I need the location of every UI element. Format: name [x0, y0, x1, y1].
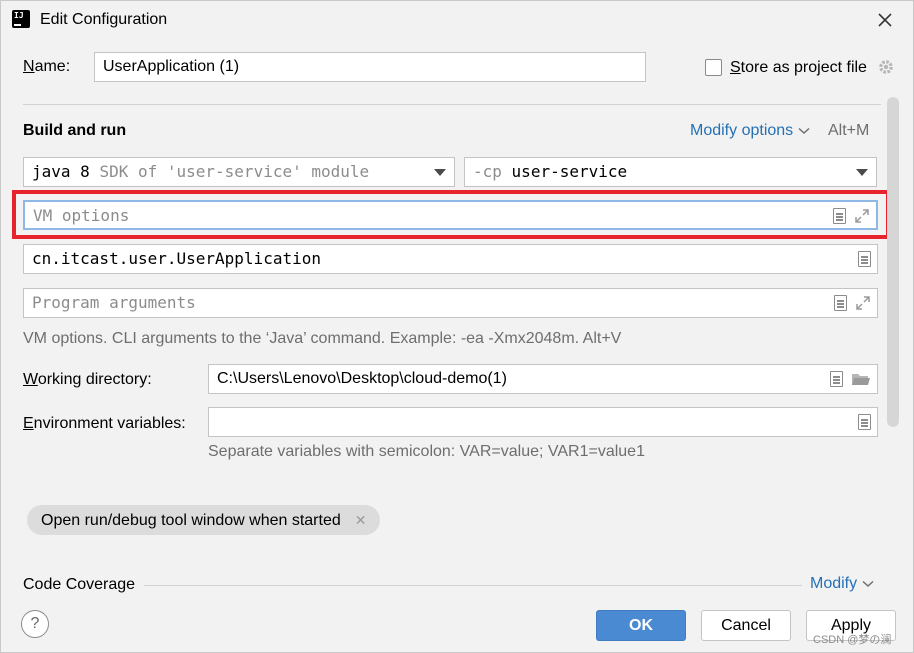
vm-options-hint: VM options. CLI arguments to the ‘Java’ …: [23, 330, 622, 347]
working-directory-label: Working directory:: [23, 371, 152, 388]
coverage-modify-link[interactable]: Modify: [810, 575, 874, 593]
folder-icon[interactable]: [851, 371, 871, 387]
close-icon[interactable]: [874, 9, 896, 31]
modify-options-link[interactable]: Modify options: [690, 122, 810, 140]
intellij-app-icon: IJ: [10, 8, 32, 30]
store-as-project-checkbox[interactable]: [705, 59, 722, 76]
section-separator: [23, 104, 881, 105]
main-class-input[interactable]: cn.itcast.user.UserApplication: [23, 244, 878, 274]
name-input[interactable]: UserApplication (1): [94, 52, 646, 82]
modify-options-shortcut: Alt+M: [828, 122, 870, 139]
title-bar: IJ Edit Configuration: [1, 1, 913, 41]
edit-variables-icon[interactable]: [858, 414, 871, 430]
insert-macro-icon[interactable]: [834, 295, 847, 311]
csdn-watermark: CSDN @梦の澜: [813, 634, 892, 646]
remove-chip-icon[interactable]: ✕: [355, 512, 367, 528]
working-directory-input[interactable]: C:\Users\Lenovo\Desktop\cloud-demo(1): [208, 364, 878, 394]
browse-class-icon[interactable]: [858, 251, 871, 267]
code-coverage-title: Code Coverage: [23, 576, 136, 593]
vertical-scrollbar[interactable]: [887, 97, 899, 427]
environment-variables-hint: Separate variables with semicolon: VAR=v…: [208, 443, 645, 460]
store-as-project-label[interactable]: Store as project file: [730, 59, 867, 77]
open-tool-window-chip[interactable]: Open run/debug tool window when started ✕: [27, 505, 381, 535]
build-and-run-title: Build and run: [23, 122, 127, 139]
sdk-combobox[interactable]: java 8 SDK of 'user-service' module: [23, 157, 455, 187]
environment-variables-input[interactable]: [208, 407, 878, 437]
chevron-down-icon: [798, 127, 810, 135]
program-arguments-input[interactable]: Program arguments: [23, 288, 878, 318]
dropdown-arrow-icon: [434, 169, 446, 176]
name-label: Name:: [23, 58, 71, 75]
classpath-combobox[interactable]: -cp user-service: [464, 157, 877, 187]
help-button[interactable]: ?: [21, 610, 49, 638]
chevron-down-icon: [862, 580, 874, 588]
dropdown-arrow-icon: [856, 169, 868, 176]
insert-macro-icon[interactable]: [830, 371, 843, 387]
gear-icon[interactable]: [877, 58, 895, 76]
coverage-separator: [144, 585, 802, 586]
expand-icon[interactable]: [855, 295, 871, 311]
window-title: Edit Configuration: [40, 11, 168, 28]
cancel-button[interactable]: Cancel: [701, 610, 791, 641]
highlight-box: [12, 190, 890, 239]
environment-variables-label: Environment variables:: [23, 415, 186, 432]
edit-configuration-dialog: IJ Edit Configuration Name: UserApplicat…: [0, 0, 914, 653]
ok-button[interactable]: OK: [596, 610, 686, 641]
